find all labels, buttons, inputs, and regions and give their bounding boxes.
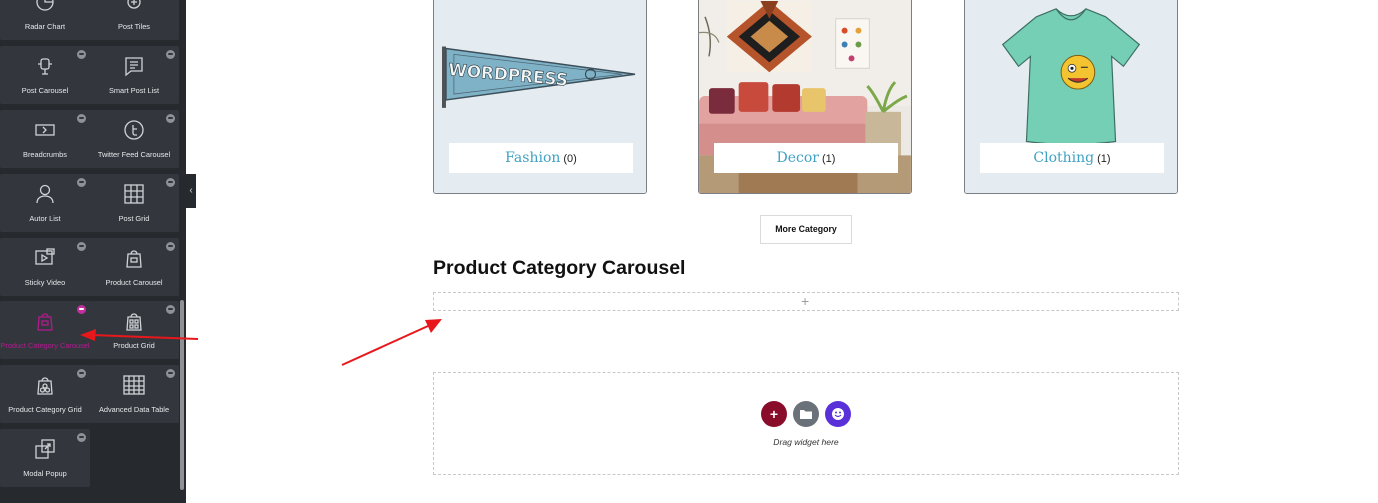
widget-label: Breadcrumbs — [23, 150, 67, 159]
category-name[interactable]: Clothing — [1033, 150, 1094, 166]
twitter-icon — [122, 118, 146, 142]
pro-badge-icon — [77, 369, 86, 378]
widget-product-category-carousel[interactable]: Product Category Carousel — [0, 301, 90, 359]
widget-label: Advanced Data Table — [98, 405, 170, 414]
arrow-to-dropzone-icon — [341, 319, 442, 366]
pro-badge-icon — [77, 50, 86, 59]
pro-badge-icon — [77, 114, 86, 123]
widget-smart-post-list[interactable]: Smart Post List — [89, 46, 179, 104]
section-heading: Product Category Carousel — [433, 257, 686, 279]
pro-badge-icon — [166, 114, 175, 123]
collapse-panel-button[interactable]: ‹ — [186, 174, 196, 208]
widget-label: Radar Chart — [24, 22, 66, 31]
pro-badge-icon — [166, 50, 175, 59]
product-grid-icon — [122, 309, 146, 333]
post-grid-icon — [122, 182, 146, 206]
widget-post-tiles[interactable]: Post Tiles — [89, 0, 179, 40]
more-category-button[interactable]: More Category — [760, 215, 852, 244]
widget-post-grid[interactable]: Post Grid — [89, 174, 179, 232]
widget-breadcrumbs[interactable]: Breadcrumbs — [0, 110, 90, 168]
widget-label: Post Carousel — [21, 86, 69, 95]
pro-badge-icon — [166, 369, 175, 378]
widget-label: Product Grid — [113, 341, 155, 350]
widget-autor-list[interactable]: Autor List — [0, 174, 90, 232]
post-tiles-icon — [122, 0, 146, 14]
product-carousel-icon — [122, 246, 146, 270]
widget-panel: Radar Chart Post Tiles Post Carousel Sma… — [0, 0, 186, 503]
widget-label: Modal Popup — [23, 469, 67, 478]
pro-badge-icon — [77, 178, 86, 187]
category-label[interactable]: Decor (1) — [714, 143, 898, 173]
widget-label: Product Carousel — [105, 278, 163, 287]
widget-product-carousel[interactable]: Product Carousel — [89, 238, 179, 296]
category-count: (1) — [822, 153, 836, 165]
pro-badge-icon — [77, 433, 86, 442]
happy-face-icon — [832, 408, 844, 420]
widget-label: Post Tiles — [117, 22, 151, 31]
add-element-icon[interactable]: + — [801, 294, 809, 308]
widget-twitter-feed-carousel[interactable]: Twitter Feed Carousel — [89, 110, 179, 168]
modal-popup-icon — [33, 437, 57, 461]
widget-label: Autor List — [29, 214, 61, 223]
widget-product-grid[interactable]: Product Grid — [89, 301, 179, 359]
widget-label: Twitter Feed Carousel — [97, 150, 171, 159]
widget-label: Post Grid — [118, 214, 150, 223]
add-section-button[interactable]: + — [761, 401, 787, 427]
pro-badge-icon — [77, 242, 86, 251]
drag-widget-hint: Drag widget here — [773, 437, 839, 447]
editor-root: Radar Chart Post Tiles Post Carousel Sma… — [0, 0, 1378, 503]
data-table-icon — [122, 373, 146, 397]
widget-advanced-data-table[interactable]: Advanced Data Table — [89, 365, 179, 423]
widget-product-category-grid[interactable]: Product Category Grid — [0, 365, 90, 423]
category-count: (1) — [1097, 153, 1111, 165]
category-label[interactable]: Clothing (1) — [980, 143, 1164, 173]
folder-icon — [800, 410, 812, 419]
widget-label: Product Category Grid — [8, 405, 82, 414]
category-card-fashion[interactable]: WORDPRESS Fashion (0) — [433, 0, 647, 194]
radar-chart-icon — [33, 0, 57, 14]
breadcrumbs-icon — [33, 118, 57, 142]
author-list-icon — [33, 182, 57, 206]
category-name[interactable]: Fashion — [505, 150, 560, 166]
empty-section-dropzone[interactable]: + — [433, 292, 1179, 311]
pro-badge-icon — [166, 242, 175, 251]
pro-badge-icon — [77, 305, 86, 314]
category-count: (0) — [563, 153, 577, 165]
widget-sticky-video[interactable]: Sticky Video — [0, 238, 90, 296]
pro-badge-icon — [166, 305, 175, 314]
product-category-grid-icon — [33, 373, 57, 397]
category-card-clothing[interactable]: Clothing (1) — [964, 0, 1178, 194]
template-library-button[interactable] — [793, 401, 819, 427]
category-name[interactable]: Decor — [777, 150, 819, 166]
widget-post-carousel[interactable]: Post Carousel — [0, 46, 90, 104]
sidebar-scrollbar[interactable] — [180, 300, 184, 490]
widget-modal-popup[interactable]: Modal Popup — [0, 429, 90, 487]
add-section-dropzone[interactable]: + Drag widget here — [433, 372, 1179, 475]
post-carousel-icon — [33, 54, 57, 78]
widget-radar-chart[interactable]: Radar Chart — [0, 0, 90, 40]
happy-addons-button[interactable] — [825, 401, 851, 427]
smart-post-list-icon — [122, 54, 146, 78]
widget-label: Smart Post List — [108, 86, 160, 95]
category-card-decor[interactable]: Decor (1) — [698, 0, 912, 194]
widget-label: Sticky Video — [24, 278, 66, 287]
product-category-carousel-icon — [33, 309, 57, 333]
widget-label: Product Category Carousel — [0, 341, 90, 350]
category-label[interactable]: Fashion (0) — [449, 143, 633, 173]
pro-badge-icon — [166, 178, 175, 187]
sticky-video-icon — [33, 246, 57, 270]
